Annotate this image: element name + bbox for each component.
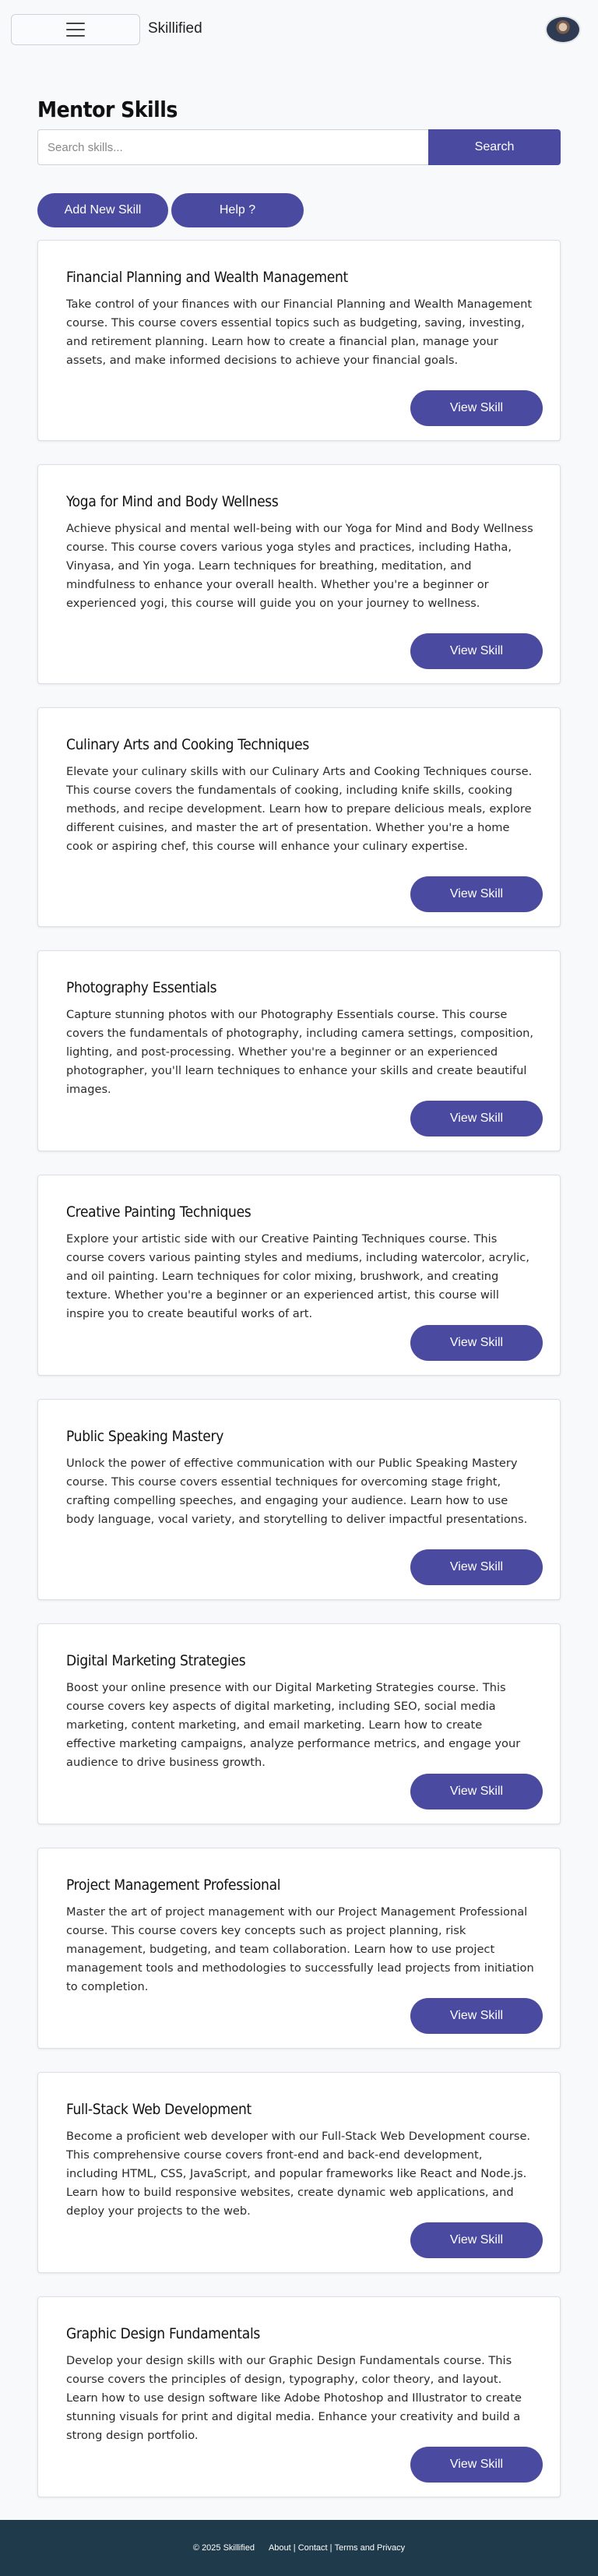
skill-description: Achieve physical and mental well-being w… (66, 522, 533, 610)
skill-card: Full-Stack Web Development Become a prof… (37, 2072, 561, 2273)
user-avatar[interactable] (545, 16, 581, 44)
skill-card: Graphic Design Fundamentals Develop your… (37, 2296, 561, 2497)
skill-description: Unlock the power of effective communicat… (66, 1457, 528, 1526)
skill-description: Explore your artistic side with our Crea… (66, 1232, 529, 1320)
terms-link[interactable]: Terms and Privacy (335, 2543, 405, 2553)
search-input[interactable] (37, 129, 428, 165)
menu-button[interactable] (11, 14, 140, 45)
skill-description: Boost your online presence with our Digi… (66, 1681, 521, 1769)
skill-title: Culinary Arts and Cooking Techniques (66, 736, 309, 753)
skill-card: Financial Planning and Wealth Management… (37, 240, 561, 441)
skill-description: Master the art of project management wit… (66, 1905, 534, 1993)
footer-separator: | (293, 2543, 296, 2553)
skill-description: Develop your design skills with our Grap… (66, 2354, 522, 2442)
skill-title: Full-Stack Web Development (66, 2101, 252, 2118)
skill-title: Creative Painting Techniques (66, 1203, 252, 1221)
skill-title: Graphic Design Fundamentals (66, 2325, 261, 2342)
view-skill-button[interactable]: View Skill (410, 633, 543, 669)
skill-title: Yoga for Mind and Body Wellness (66, 493, 279, 510)
skill-card: Yoga for Mind and Body Wellness Achieve … (37, 464, 561, 684)
skill-card: Project Management Professional Master t… (37, 1848, 561, 2049)
skill-description: Take control of your finances with our F… (66, 298, 533, 367)
skill-title: Project Management Professional (66, 1876, 281, 1894)
view-skill-button[interactable]: View Skill (410, 1325, 543, 1361)
skill-description: Become a proficient web developer with o… (66, 2130, 531, 2218)
copyright-text: © 2025 Skillified (192, 2543, 255, 2553)
skill-card: Creative Painting Techniques Explore you… (37, 1175, 561, 1376)
skill-title: Public Speaking Mastery (66, 1428, 224, 1445)
search-button[interactable]: Search (428, 129, 561, 165)
skill-card: Public Speaking Mastery Unlock the power… (37, 1399, 561, 1600)
footer: © 2025 Skillified About | Contact | Term… (0, 2520, 598, 2576)
skill-description: Elevate your culinary skills with our Cu… (66, 765, 533, 853)
skill-card: Culinary Arts and Cooking Techniques Ele… (37, 707, 561, 927)
skill-description: Capture stunning photos with our Photogr… (66, 1008, 534, 1096)
skill-title: Financial Planning and Wealth Management (66, 269, 348, 286)
skill-title: Photography Essentials (66, 979, 217, 996)
view-skill-button[interactable]: View Skill (410, 390, 543, 426)
hamburger-icon (66, 23, 85, 37)
skill-title: Digital Marketing Strategies (66, 1652, 246, 1669)
footer-separator: | (329, 2543, 332, 2553)
page-title: Mentor Skills (37, 97, 178, 122)
view-skill-button[interactable]: View Skill (410, 876, 543, 912)
add-new-skill-button[interactable]: Add New Skill (37, 193, 168, 227)
search-bar: Search (37, 129, 561, 165)
view-skill-button[interactable]: View Skill (410, 2222, 543, 2258)
view-skill-button[interactable]: View Skill (410, 1774, 543, 1810)
view-skill-button[interactable]: View Skill (410, 1101, 543, 1136)
view-skill-button[interactable]: View Skill (410, 1549, 543, 1585)
about-link[interactable]: About (269, 2543, 291, 2553)
view-skill-button[interactable]: View Skill (410, 1998, 543, 2034)
skill-card: Digital Marketing Strategies Boost your … (37, 1623, 561, 1824)
top-bar: Skillified (0, 0, 598, 59)
contact-link[interactable]: Contact (298, 2543, 328, 2553)
action-buttons: Add New Skill Help ? (37, 193, 304, 227)
skill-card: Photography Essentials Capture stunning … (37, 950, 561, 1151)
brand-name: Skillified (148, 20, 202, 37)
view-skill-button[interactable]: View Skill (410, 2447, 543, 2483)
help-button[interactable]: Help ? (171, 193, 304, 227)
